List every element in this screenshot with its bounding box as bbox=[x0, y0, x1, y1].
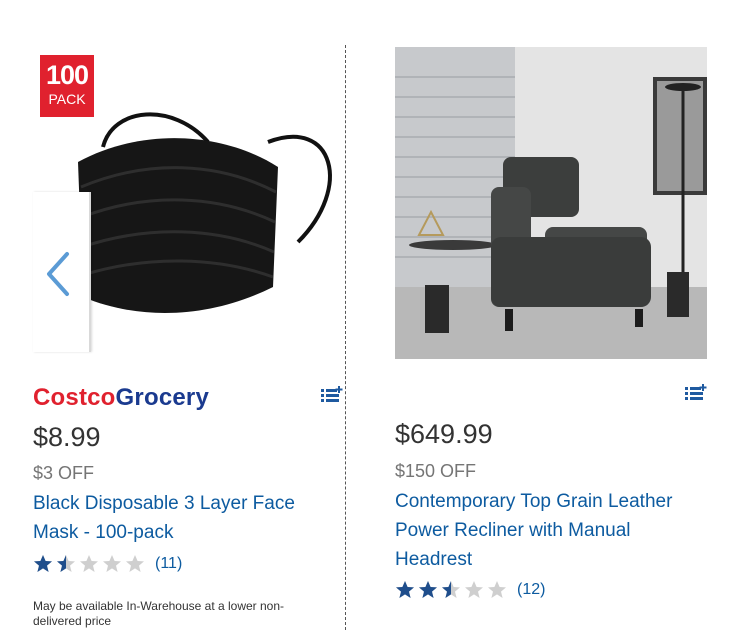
product-price: $8.99 bbox=[33, 422, 101, 452]
product-title-line: Black Disposable 3 Layer Face bbox=[33, 493, 295, 514]
star-icon bbox=[396, 581, 414, 598]
chevron-left-icon bbox=[47, 252, 69, 296]
product-discount: $150 OFF bbox=[395, 461, 477, 481]
product-title-line: Mask - 100-pack bbox=[33, 522, 174, 543]
star-icon bbox=[419, 581, 437, 598]
warehouse-availability-note: May be available In-Warehouse at a lower… bbox=[33, 599, 333, 629]
product-title-link[interactable]: Black Disposable 3 Layer Face Mask - 100… bbox=[33, 489, 333, 547]
pack-count-badge: 100 PACK bbox=[40, 55, 94, 117]
product-image-recliner[interactable] bbox=[395, 47, 707, 359]
review-count[interactable]: (11) bbox=[155, 555, 182, 573]
star-icon bbox=[57, 555, 75, 572]
star-icon bbox=[442, 581, 460, 598]
star-icon bbox=[80, 555, 98, 572]
costco-grocery-logo: CostcoGrocery bbox=[33, 384, 209, 412]
brand-grocery-text: Grocery bbox=[115, 384, 209, 411]
product-title-line: Power Recliner with Manual bbox=[395, 520, 631, 541]
product-title-link[interactable]: Contemporary Top Grain Leather Power Rec… bbox=[395, 487, 695, 574]
product-rating[interactable]: (11) bbox=[33, 554, 182, 574]
note-line: May be available In-Warehouse at a lower… bbox=[33, 599, 285, 613]
product-card-recliner[interactable]: $649.99 $150 OFF Contemporary Top Grain … bbox=[395, 47, 707, 598]
product-divider bbox=[345, 45, 346, 630]
star-rating bbox=[33, 554, 145, 574]
product-title-line: Headrest bbox=[395, 549, 473, 570]
carousel-previous-button[interactable] bbox=[33, 192, 91, 352]
add-to-list-icon[interactable] bbox=[685, 384, 707, 402]
pack-count-number: 100 bbox=[45, 60, 89, 90]
recliner-room-illustration bbox=[395, 47, 707, 359]
pack-count-label: PACK bbox=[48, 91, 86, 107]
note-line: delivered price bbox=[33, 614, 112, 628]
star-icon bbox=[465, 581, 483, 598]
product-card-face-mask[interactable]: 100 PACK CostcoGrocery $8.99 $3 OFF Blac… bbox=[33, 47, 343, 628]
review-count[interactable]: (12) bbox=[517, 581, 545, 599]
star-icon bbox=[488, 581, 506, 598]
star-icon bbox=[34, 555, 52, 572]
brand-costco-text: Costco bbox=[33, 384, 116, 411]
product-discount: $3 OFF bbox=[33, 463, 95, 483]
star-icon bbox=[126, 555, 144, 572]
star-rating bbox=[395, 580, 507, 600]
add-to-list-icon[interactable] bbox=[321, 386, 343, 404]
product-rating[interactable]: (12) bbox=[395, 580, 545, 600]
star-icon bbox=[103, 555, 121, 572]
product-price: $649.99 bbox=[395, 419, 493, 449]
product-title-line: Contemporary Top Grain Leather bbox=[395, 491, 673, 512]
